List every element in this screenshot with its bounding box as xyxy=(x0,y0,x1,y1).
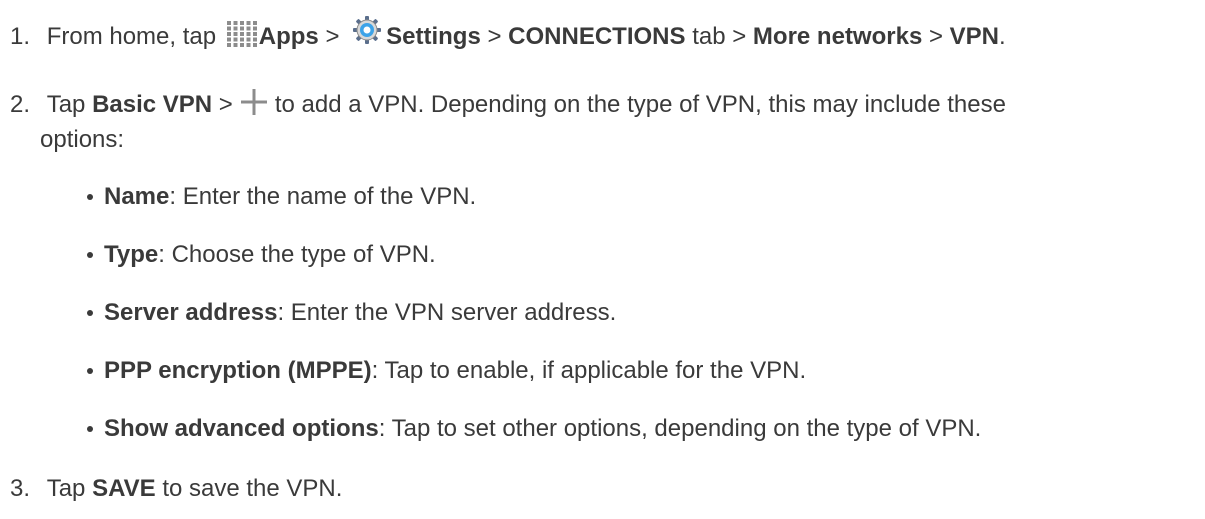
plus-icon xyxy=(239,87,269,117)
option-label: Show advanced options xyxy=(104,415,379,442)
bullet xyxy=(87,310,93,316)
separator: > xyxy=(487,23,502,50)
step-2: 2. Tap Basic VPN > to add a VPN. Dependi… xyxy=(10,87,1006,121)
list-item: Show advanced options: Tap to set other … xyxy=(87,414,981,444)
separator: > xyxy=(325,23,340,50)
list-item: Name: Enter the name of the VPN. xyxy=(87,182,476,212)
tab-word: tab xyxy=(692,23,726,50)
step-3-tap: Tap xyxy=(46,475,86,502)
step-1: 1. From home, tap Apps > Settings > CONN… xyxy=(10,15,1006,53)
list-item: Server address: Enter the VPN server add… xyxy=(87,298,616,328)
step-2-tap: Tap xyxy=(46,91,86,118)
more-networks-label: More networks xyxy=(752,23,923,50)
option-label: PPP encryption (MPPE) xyxy=(104,357,372,384)
option-label: Name xyxy=(104,183,170,210)
option-desc: : Choose the type of VPN. xyxy=(158,241,436,268)
step-3-text: to save the VPN. xyxy=(162,475,343,502)
instruction-page: 1. From home, tap Apps > Settings > CONN… xyxy=(0,0,1205,519)
settings-label: Settings xyxy=(386,23,481,50)
period: . xyxy=(999,23,1006,50)
step-2-number: 2. xyxy=(10,91,31,118)
apps-label: Apps xyxy=(258,23,319,50)
settings-gear-icon xyxy=(352,15,382,45)
step-1-intro: From home, tap xyxy=(46,23,217,50)
bullet xyxy=(87,368,93,374)
list-item: Type: Choose the type of VPN. xyxy=(87,240,436,270)
bullet xyxy=(87,252,93,258)
step-2-text: to add a VPN. Depending on the type of V… xyxy=(274,91,1006,118)
basic-vpn-label: Basic VPN xyxy=(92,91,213,118)
option-desc: : Tap to enable, if applicable for the V… xyxy=(371,357,807,384)
bullet xyxy=(87,426,93,432)
step-3-number: 3. xyxy=(10,475,31,502)
step-3: 3. Tap SAVE to save the VPN. xyxy=(10,474,342,504)
list-item: PPP encryption (MPPE): Tap to enable, if… xyxy=(87,356,806,386)
bullet xyxy=(87,194,93,200)
step-1-number: 1. xyxy=(10,23,31,50)
connections-label: CONNECTIONS xyxy=(508,23,686,50)
separator: > xyxy=(732,23,747,50)
separator: > xyxy=(218,91,233,118)
option-desc: : Tap to set other options, depending on… xyxy=(378,415,982,442)
vpn-label: VPN xyxy=(949,23,1000,50)
option-desc: : Enter the VPN server address. xyxy=(277,299,617,326)
apps-grid-icon xyxy=(226,20,257,47)
option-label: Server address xyxy=(104,299,278,326)
separator: > xyxy=(928,23,943,50)
step-2-continuation: options: xyxy=(40,126,125,153)
save-label: SAVE xyxy=(92,475,156,502)
option-desc: : Enter the name of the VPN. xyxy=(169,183,477,210)
option-label: Type xyxy=(104,241,159,268)
